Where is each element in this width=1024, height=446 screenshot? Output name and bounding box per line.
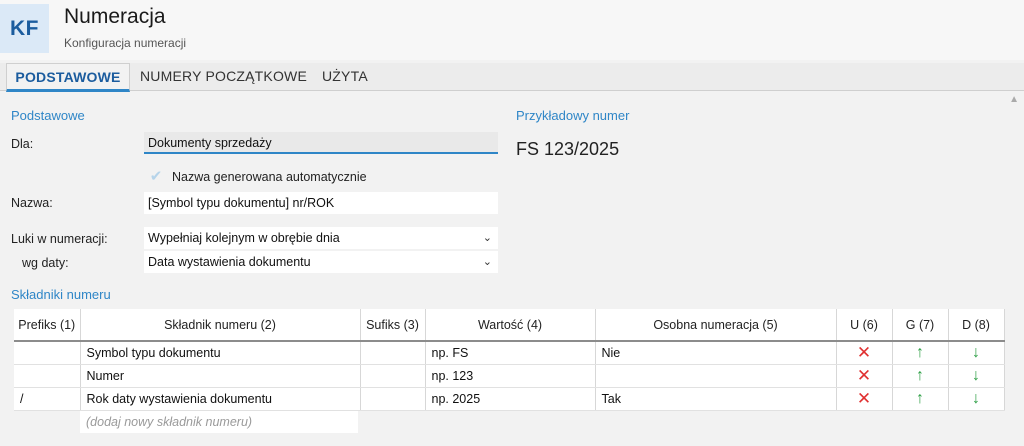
add-rest-cell xyxy=(360,410,1004,433)
add-component-cell[interactable]: (dodaj nowy składnik numeru) xyxy=(80,410,360,433)
tab-bar: PODSTAWOWE NUMERY POCZĄTKOWE UŻYTA xyxy=(0,63,1024,92)
value-cell: np. 123 xyxy=(425,364,596,388)
component-cell[interactable]: Symbol typu dokumentu xyxy=(80,341,361,365)
prefix-cell[interactable]: / xyxy=(14,387,81,411)
page-title: Numeracja xyxy=(64,5,166,28)
column-header-u[interactable]: U (6) xyxy=(836,309,893,342)
move-down-cell[interactable]: ↓ xyxy=(948,364,1005,388)
move-up-cell[interactable]: ↑ xyxy=(892,341,949,365)
add-component-input[interactable]: (dodaj nowy składnik numeru) xyxy=(80,410,358,433)
suffix-cell[interactable] xyxy=(360,387,426,411)
header: KF Numeracja Konfiguracja numeracji xyxy=(0,0,1024,60)
move-down-cell[interactable]: ↓ xyxy=(948,341,1005,365)
luki-select-value: Wypełniaj kolejnym w obrębie dnia xyxy=(148,231,340,245)
scroll-up-icon[interactable]: ▲ xyxy=(1009,94,1019,105)
table-row[interactable]: / Rok daty wystawienia dokumentu np. 202… xyxy=(14,387,1005,411)
add-prefix-cell xyxy=(14,410,80,433)
checkmark-icon[interactable]: ✔ xyxy=(146,167,166,187)
delete-cell[interactable]: ✕ xyxy=(836,387,893,411)
tab-podstawowe[interactable]: PODSTAWOWE xyxy=(6,63,130,92)
component-cell[interactable]: Numer xyxy=(80,364,361,388)
move-down-cell[interactable]: ↓ xyxy=(948,387,1005,411)
move-up-cell[interactable]: ↑ xyxy=(892,364,949,388)
page-subtitle: Konfiguracja numeracji xyxy=(64,36,187,50)
delete-cell[interactable]: ✕ xyxy=(836,341,893,365)
arrow-up-icon[interactable]: ↑ xyxy=(916,390,924,407)
component-cell[interactable]: Rok daty wystawienia dokumentu xyxy=(80,387,361,411)
suffix-cell[interactable] xyxy=(360,364,426,388)
auto-name-label: Nazwa generowana automatycznie xyxy=(172,170,367,184)
column-header-separate[interactable]: Osobna numeracja (5) xyxy=(595,309,837,342)
wg-daty-select-value: Data wystawienia dokumentu xyxy=(148,255,311,269)
components-table: Prefiks (1) Składnik numeru (2) Sufiks (… xyxy=(14,309,1005,433)
app-logo: KF xyxy=(0,4,49,53)
column-header-prefix[interactable]: Prefiks (1) xyxy=(14,309,81,342)
separate-cell[interactable]: Tak xyxy=(595,387,837,411)
value-cell: np. FS xyxy=(425,341,596,365)
value-cell: np. 2025 xyxy=(425,387,596,411)
close-x-icon[interactable]: ✕ xyxy=(857,366,871,385)
section-title-basic: Podstawowe xyxy=(11,108,85,123)
suffix-cell[interactable] xyxy=(360,341,426,365)
chevron-down-icon: ⌄ xyxy=(482,232,492,244)
table-header-row: Prefiks (1) Składnik numeru (2) Sufiks (… xyxy=(14,309,1005,342)
dla-label: Dla: xyxy=(11,137,34,151)
column-header-d[interactable]: D (8) xyxy=(948,309,1005,342)
table-row[interactable]: Numer np. 123 ✕ ↑ ↓ xyxy=(14,364,1005,388)
dla-field[interactable]: Dokumenty sprzedaży xyxy=(144,132,498,154)
move-up-cell[interactable]: ↑ xyxy=(892,387,949,411)
arrow-down-icon[interactable]: ↓ xyxy=(972,344,980,361)
luki-label: Luki w numeracji: xyxy=(11,232,108,246)
separate-cell[interactable] xyxy=(595,364,837,388)
arrow-up-icon[interactable]: ↑ xyxy=(916,344,924,361)
add-row: (dodaj nowy składnik numeru) xyxy=(14,410,1004,433)
nazwa-field[interactable]: [Symbol typu dokumentu] nr/ROK xyxy=(144,192,498,214)
prefix-cell[interactable] xyxy=(14,364,81,388)
auto-name-checkbox-row[interactable]: ✔ Nazwa generowana automatycznie xyxy=(146,167,367,187)
column-header-component[interactable]: Składnik numeru (2) xyxy=(80,309,361,342)
arrow-down-icon[interactable]: ↓ xyxy=(972,390,980,407)
luki-select[interactable]: Wypełniaj kolejnym w obrębie dnia ⌄ xyxy=(144,227,498,249)
tab-numery-poczatkowe[interactable]: NUMERY POCZĄTKOWE xyxy=(140,63,307,91)
wg-daty-label: wg daty: xyxy=(22,256,69,270)
prefix-cell[interactable] xyxy=(14,341,81,365)
close-x-icon[interactable]: ✕ xyxy=(857,389,871,408)
example-number: FS 123/2025 xyxy=(516,139,620,159)
column-header-suffix[interactable]: Sufiks (3) xyxy=(360,309,426,342)
close-x-icon[interactable]: ✕ xyxy=(857,343,871,362)
column-header-g[interactable]: G (7) xyxy=(892,309,949,342)
column-header-value[interactable]: Wartość (4) xyxy=(425,309,596,342)
tab-uzyta[interactable]: UŻYTA xyxy=(322,63,368,91)
table-row[interactable]: Symbol typu dokumentu np. FS Nie ✕ ↑ ↓ xyxy=(14,341,1005,365)
arrow-down-icon[interactable]: ↓ xyxy=(972,367,980,384)
section-title-components: Składniki numeru xyxy=(11,287,111,302)
nazwa-label: Nazwa: xyxy=(11,196,53,210)
separate-cell[interactable]: Nie xyxy=(595,341,837,365)
arrow-up-icon[interactable]: ↑ xyxy=(916,367,924,384)
chevron-down-icon: ⌄ xyxy=(482,256,492,268)
delete-cell[interactable]: ✕ xyxy=(836,364,893,388)
section-title-example: Przykładowy numer xyxy=(516,108,630,123)
wg-daty-select[interactable]: Data wystawienia dokumentu ⌄ xyxy=(144,251,498,273)
